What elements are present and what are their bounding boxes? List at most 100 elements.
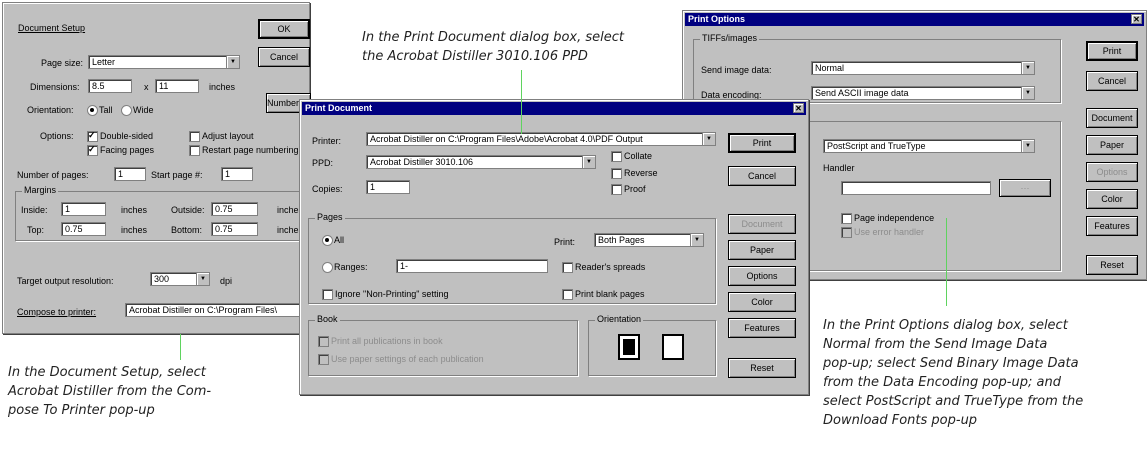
print-pages-select[interactable]: Both Pages ▼ (594, 233, 704, 247)
printer-label: Printer: (312, 136, 342, 146)
dropdown-arrow-icon: ▼ (1021, 140, 1034, 152)
start-page-input[interactable]: 1 (221, 167, 253, 181)
dropdown-arrow-icon: ▼ (226, 56, 239, 68)
dropdown-arrow-icon: ▼ (196, 273, 209, 285)
features-button[interactable]: Features (1086, 216, 1138, 236)
orientation-label: Orientation (595, 314, 644, 324)
paper-button[interactable]: Paper (728, 240, 796, 260)
close-icon[interactable]: ✕ (1131, 14, 1142, 24)
download-fonts-select[interactable]: PostScript and TrueType ▼ (823, 139, 1035, 153)
copies-input[interactable]: 1 (366, 180, 410, 194)
inside-label: Inside: (21, 205, 48, 215)
dialog-title: Document Setup (18, 23, 86, 33)
data-encoding-select[interactable]: Send ASCII image data ▼ (811, 86, 1035, 100)
document-button[interactable]: Document (1086, 108, 1138, 128)
adjust-layout-checkbox[interactable]: Adjust layout (189, 131, 254, 142)
inside-input[interactable]: 1 (61, 202, 106, 216)
handler-browse-button: ··· (999, 179, 1051, 197)
dropdown-arrow-icon: ▼ (582, 156, 595, 168)
print-all-publications-checkbox: Print all publications in book (318, 336, 443, 347)
features-button[interactable]: Features (728, 318, 796, 338)
print-button[interactable]: Print (728, 133, 796, 153)
send-image-data-select[interactable]: Normal ▼ (811, 61, 1035, 75)
send-image-data-label: Send image data: (701, 65, 772, 75)
inside-inches-label: inches (121, 205, 148, 215)
proof-checkbox[interactable]: Proof (611, 184, 646, 195)
print-button[interactable]: Print (1086, 41, 1138, 61)
ranges-input[interactable]: 1- (396, 259, 548, 273)
caption-line: select PostScript and TrueType from the (823, 394, 1084, 409)
dropdown-arrow-icon: ▼ (1021, 62, 1034, 74)
outside-input[interactable]: 0.75 (211, 202, 258, 216)
dropdown-arrow-icon: ▼ (702, 133, 715, 145)
target-resolution-select[interactable]: 300 ▼ (150, 272, 210, 286)
double-sided-checkbox[interactable]: Double-sided (87, 130, 153, 142)
document-setup-dialog: Document Setup OK Cancel Numbers... Page… (2, 2, 311, 334)
inches-label: inches (209, 82, 236, 92)
outside-label: Outside: (171, 205, 205, 215)
handler-input[interactable] (841, 181, 991, 195)
reset-button[interactable]: Reset (1086, 255, 1138, 275)
download-fonts-value: PostScript and TrueType (827, 141, 926, 151)
width-input[interactable]: 8.5 (88, 79, 132, 93)
times-label: x (144, 82, 149, 92)
reset-button[interactable]: Reset (728, 358, 796, 378)
print-blank-pages-checkbox[interactable]: Print blank pages (562, 289, 645, 300)
color-button[interactable]: Color (1086, 189, 1138, 209)
restart-numbering-checkbox[interactable]: Restart page numbering (189, 145, 299, 156)
copies-label: Copies: (312, 184, 343, 194)
all-pages-radio[interactable]: All (322, 235, 344, 246)
page-independence-checkbox[interactable]: Page independence (841, 213, 934, 224)
title-bar: Print Options ✕ (685, 13, 1144, 26)
portrait-orientation-icon[interactable] (618, 334, 640, 360)
paper-button[interactable]: Paper (1086, 135, 1138, 155)
wide-radio[interactable]: Wide (121, 105, 154, 116)
dialog-title: Print Document (305, 103, 373, 113)
readers-spreads-checkbox[interactable]: Reader's spreads (562, 262, 645, 273)
ranges-radio[interactable]: Ranges: (322, 262, 368, 273)
number-of-pages-input[interactable]: 1 (114, 167, 146, 181)
cancel-button[interactable]: Cancel (728, 166, 796, 186)
tall-radio[interactable]: Tall (87, 105, 113, 116)
ppd-select[interactable]: Acrobat Distiller 3010.106 ▼ (366, 155, 596, 169)
bottom-input[interactable]: 0.75 (211, 222, 258, 236)
caption-line: Acrobat Distiller from the Com- (8, 384, 212, 399)
title-bar: Print Document ✕ (302, 102, 806, 115)
printer-value: Acrobat Distiller on C:\Program Files\Ad… (370, 134, 643, 144)
facing-pages-checkbox[interactable]: Facing pages (87, 144, 154, 156)
orientation-group: Orientation (588, 314, 716, 376)
collate-checkbox[interactable]: Collate (611, 151, 652, 162)
print-pages-label: Print: (554, 237, 576, 247)
ignore-nonprinting-checkbox[interactable]: Ignore "Non-Printing" setting (322, 289, 448, 300)
caption-line: In the Print Document dialog box, select (362, 30, 624, 45)
dpi-label: dpi (220, 276, 233, 286)
reverse-checkbox[interactable]: Reverse (611, 168, 658, 179)
cancel-button[interactable]: Cancel (258, 47, 310, 67)
caption-line: Download Fonts pop-up (823, 413, 978, 428)
dropdown-arrow-icon: ▼ (690, 234, 703, 246)
target-resolution-value: 300 (154, 274, 170, 284)
target-resolution-label: Target output resolution: (17, 276, 114, 286)
ok-button[interactable]: OK (258, 19, 310, 39)
caption-line: In the Print Options dialog box, select (823, 318, 1068, 333)
number-of-pages-label: Number of pages: (17, 170, 89, 180)
close-icon[interactable]: ✕ (793, 103, 804, 113)
dialog-title: Print Options (688, 14, 745, 24)
caption-line: In the Document Setup, select (8, 365, 206, 380)
height-input[interactable]: 11 (155, 79, 199, 93)
color-button[interactable]: Color (728, 292, 796, 312)
top-label: Top: (27, 225, 45, 235)
document-button: Document (728, 214, 796, 234)
landscape-orientation-icon[interactable] (662, 334, 684, 360)
page-size-select[interactable]: Letter ▼ (88, 55, 240, 69)
cancel-button[interactable]: Cancel (1086, 71, 1138, 91)
pages-label: Pages (315, 212, 345, 222)
options-button: Options (1086, 162, 1138, 182)
caption-line: the Acrobat Distiller 3010.106 PPD (362, 49, 588, 64)
top-inches-label: inches (121, 225, 148, 235)
top-input[interactable]: 0.75 (61, 222, 106, 236)
compose-to-printer-select[interactable]: Acrobat Distiller on C:\Program Files\ (125, 303, 310, 317)
options-button[interactable]: Options (728, 266, 796, 286)
bottom-label: Bottom: (171, 225, 203, 235)
printer-select[interactable]: Acrobat Distiller on C:\Program Files\Ad… (366, 132, 716, 146)
